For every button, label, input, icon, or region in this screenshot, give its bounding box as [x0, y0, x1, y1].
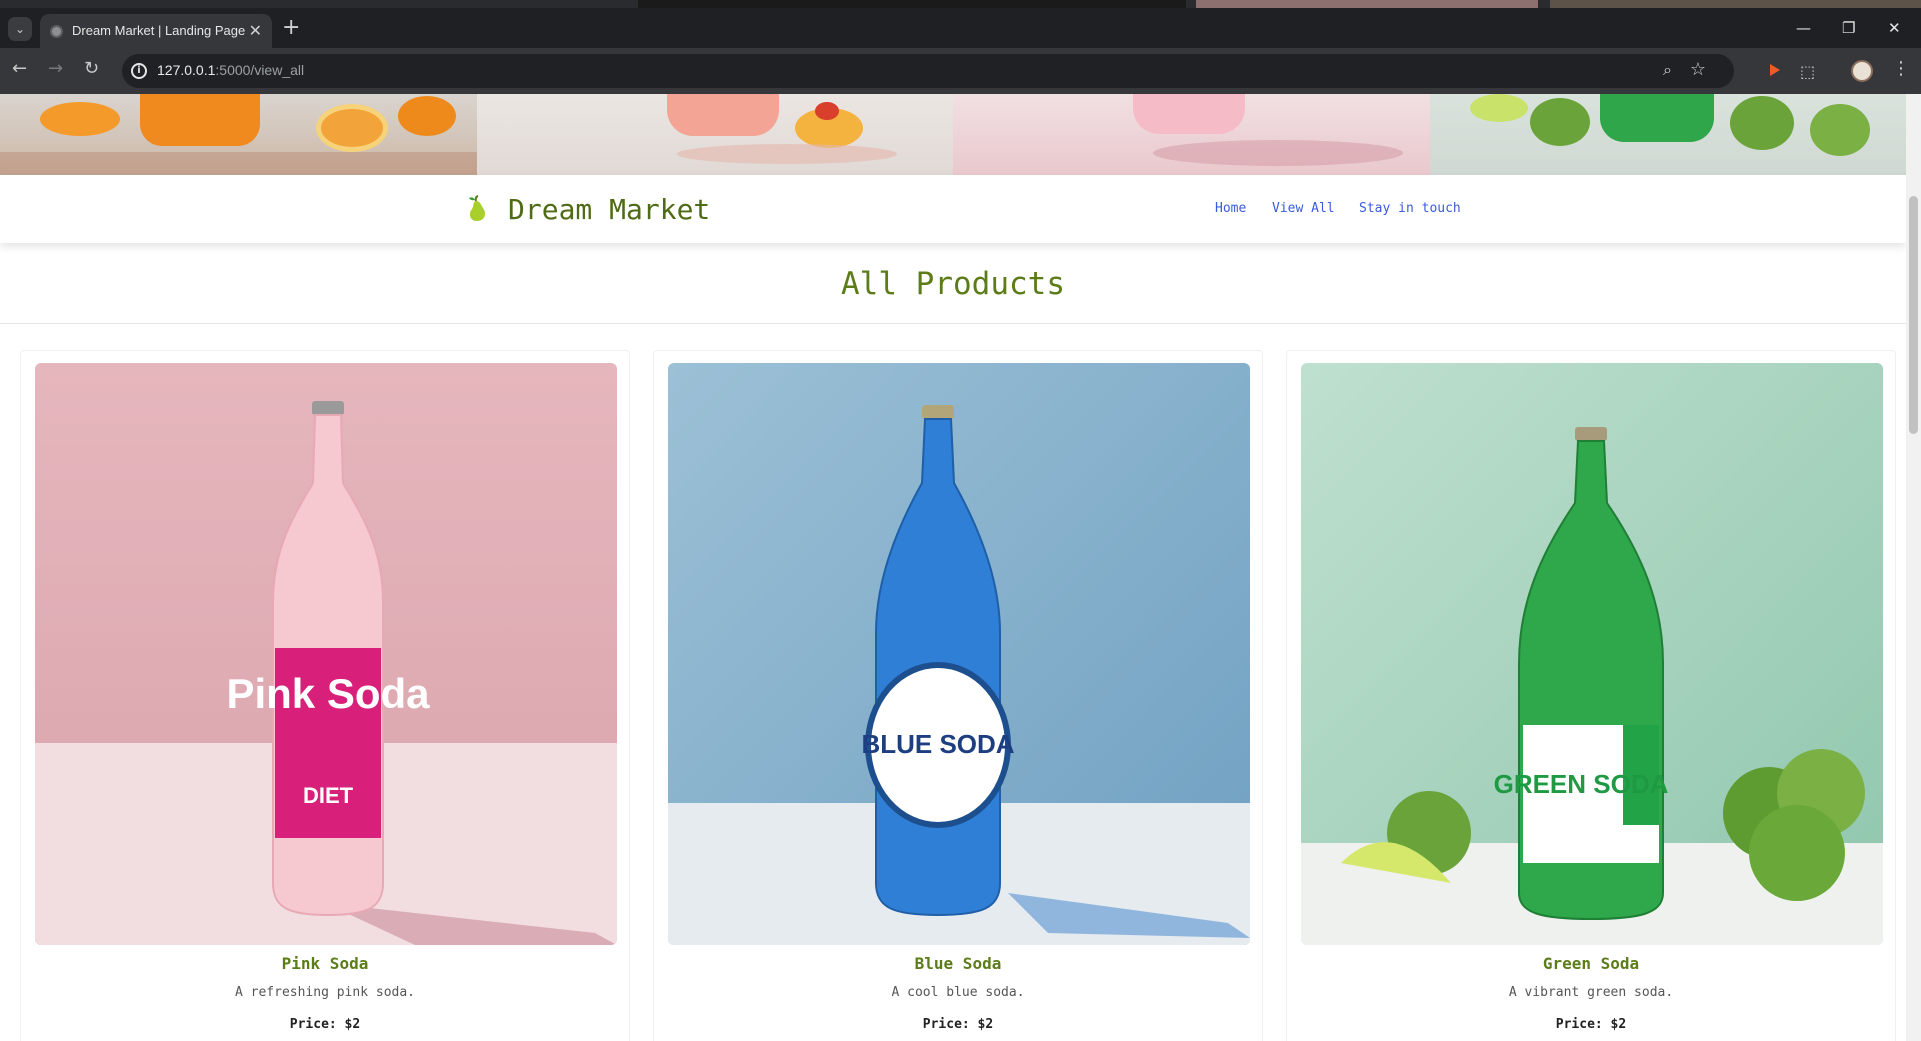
product-card-pink-soda[interactable]: Pink Soda DIET Pink Soda A refreshing pi… [20, 350, 630, 1041]
extension-app-icon[interactable] [1768, 62, 1782, 78]
site-navbar: Dream Market Home View All Stay in touch [0, 175, 1906, 243]
title-divider [0, 323, 1906, 324]
nav-stay-in-touch-link[interactable]: Stay in touch [1359, 201, 1461, 216]
bookmark-star-icon[interactable]: ☆ [1690, 59, 1706, 80]
browser-toolbar: ← → ↻ i 127.0.0.1:5000/view_all ⌕ ☆ ⬚ ⋮ [0, 48, 1921, 94]
browser-tab[interactable]: Dream Market | Landing Page ✕ [40, 14, 272, 48]
hero-image-orange [0, 94, 477, 175]
minimize-button[interactable]: — [1796, 19, 1811, 37]
reload-button[interactable]: ↻ [84, 58, 99, 79]
product-card-green-soda[interactable]: GREEN SODA Green Soda A vibrant green so… [1286, 350, 1896, 1041]
url-text[interactable]: 127.0.0.1:5000/view_all [157, 62, 304, 78]
product-name[interactable]: Pink Soda [21, 954, 629, 973]
product-name[interactable]: Green Soda [1287, 954, 1895, 973]
restore-button[interactable]: ❐ [1842, 19, 1855, 37]
bottle-label-text: GREEN SODA [1494, 769, 1669, 799]
page-title: All Products [841, 266, 1065, 302]
scrollbar-thumb[interactable] [1909, 196, 1918, 434]
nav-view-all-link[interactable]: View All [1272, 201, 1335, 216]
product-description: A cool blue soda. [891, 985, 1025, 1000]
pear-logo-icon[interactable] [466, 195, 490, 223]
extensions-puzzle-icon[interactable]: ⬚ [1800, 62, 1815, 81]
tab-title: Dream Market | Landing Page [72, 23, 246, 38]
tab-close-icon[interactable]: ✕ [249, 21, 262, 40]
url-path: :5000/view_all [215, 62, 305, 78]
tab-search-button[interactable]: ⌄ [8, 17, 32, 41]
product-image[interactable]: Pink Soda DIET [35, 363, 617, 945]
product-price: Price: $2 [922, 1017, 994, 1032]
browser-menu-icon[interactable]: ⋮ [1892, 58, 1910, 79]
globe-icon [50, 25, 63, 38]
forward-button[interactable]: → [48, 58, 63, 79]
brand-name[interactable]: Dream Market [508, 193, 710, 226]
browser-tab-strip: ⌄ Dream Market | Landing Page ✕ + — ❐ ✕ [0, 8, 1921, 48]
new-tab-button[interactable]: + [282, 15, 300, 40]
hero-banner [0, 94, 1906, 175]
product-image[interactable]: BLUE SODA [668, 363, 1250, 945]
info-icon[interactable]: i [131, 63, 147, 79]
url-host: 127.0.0.1 [157, 62, 216, 78]
product-image[interactable]: GREEN SODA [1301, 363, 1883, 945]
page-scrollbar[interactable] [1906, 94, 1921, 1041]
product-description: A refreshing pink soda. [234, 985, 415, 1000]
product-price: Price: $2 [289, 1017, 361, 1032]
background-window-strip [0, 0, 1921, 8]
product-description: A vibrant green soda. [1508, 985, 1674, 1000]
profile-avatar[interactable] [1851, 60, 1873, 82]
product-name[interactable]: Blue Soda [654, 954, 1262, 973]
address-bar[interactable]: i 127.0.0.1:5000/view_all ⌕ ☆ [122, 54, 1734, 88]
hero-image-pink [953, 94, 1430, 175]
nav-home-link[interactable]: Home [1215, 201, 1246, 216]
zoom-icon[interactable]: ⌕ [1663, 60, 1672, 80]
bottle-label-text: Pink Soda [226, 670, 430, 717]
background-thumbnail [638, 0, 1186, 8]
close-window-button[interactable]: ✕ [1888, 19, 1901, 37]
product-card-blue-soda[interactable]: BLUE SODA Blue Soda A cool blue soda. Pr… [653, 350, 1263, 1041]
product-price: Price: $2 [1555, 1017, 1627, 1032]
back-button[interactable]: ← [12, 58, 27, 79]
page-viewport: Dream Market Home View All Stay in touch… [0, 94, 1921, 1041]
hero-image-peach [476, 94, 953, 175]
background-thumbnail [1196, 0, 1538, 8]
hero-image-green [1429, 94, 1906, 175]
background-thumbnail [1550, 0, 1921, 8]
bottle-label-subtext: DIET [303, 783, 354, 808]
bottle-label-text: BLUE SODA [861, 729, 1014, 759]
